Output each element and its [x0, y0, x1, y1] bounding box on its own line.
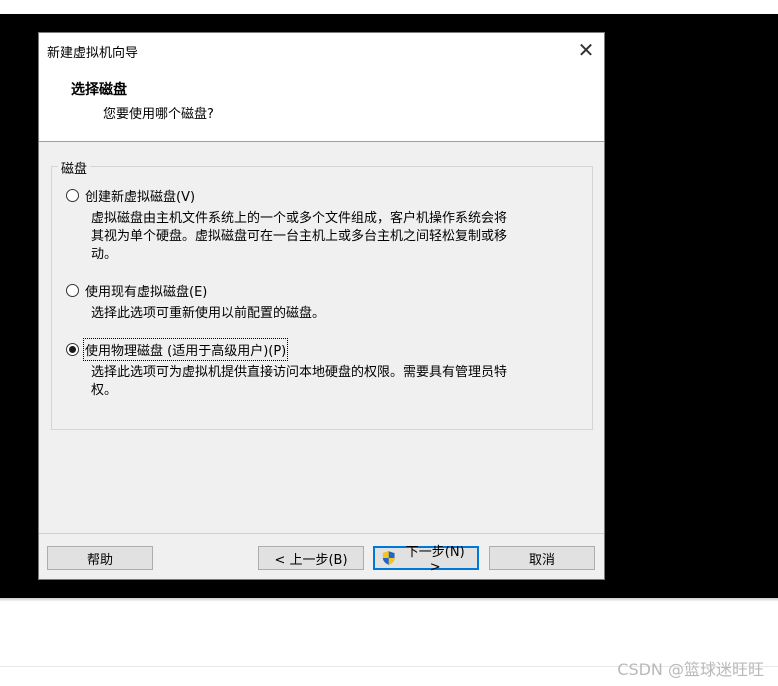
description-line: 选择此选项可为虚拟机提供直接访问本地硬盘的权限。需要具有管理员特 [91, 365, 508, 380]
next-button-label: 下一步(N) > [405, 545, 465, 575]
watermark: CSDN @篮球迷旺旺 [617, 660, 764, 679]
footer-divider [39, 533, 604, 534]
description-line: 选择此选项可重新使用以前配置的磁盘。 [91, 306, 326, 321]
radio-label[interactable]: 创建新虚拟磁盘(V) [85, 186, 195, 205]
background-shadow [0, 598, 778, 602]
description-line: 权。 [91, 383, 118, 398]
radio-button[interactable] [66, 284, 79, 297]
radio-button[interactable] [66, 189, 79, 202]
description-line: 动。 [91, 247, 118, 262]
page-subheading: 您要使用哪个磁盘? [103, 107, 214, 122]
dialog-title: 新建虚拟机向导 [47, 46, 139, 61]
uac-shield-icon [382, 551, 395, 565]
radio-create-new-disk[interactable]: 创建新虚拟磁盘(V) [66, 186, 195, 205]
radio-use-physical-disk[interactable]: 使用物理磁盘 (适用于高级用户)(P) [66, 338, 289, 361]
option-description: 选择此选项可为虚拟机提供直接访问本地硬盘的权限。需要具有管理员特 权。 [91, 364, 581, 400]
radio-use-existing-disk[interactable]: 使用现有虚拟磁盘(E) [66, 281, 207, 300]
close-icon[interactable]: ✕ [575, 39, 597, 61]
dialog-header: 新建虚拟机向导 ✕ 选择磁盘 您要使用哪个磁盘? [39, 33, 604, 142]
page-heading: 选择磁盘 [71, 82, 127, 98]
description-line: 其视为单个硬盘。虚拟磁盘可在一台主机上或多台主机之间轻松复制或移 [91, 229, 508, 244]
page-top [0, 0, 778, 14]
description-line: 虚拟磁盘由主机文件系统上的一个或多个文件组成，客户机操作系统会将 [91, 211, 508, 226]
next-button[interactable]: 下一步(N) > [373, 545, 479, 575]
new-vm-wizard-dialog: 新建虚拟机向导 ✕ 选择磁盘 您要使用哪个磁盘? 磁盘 创建新虚拟磁盘(V) 虚… [38, 32, 605, 580]
option-description: 选择此选项可重新使用以前配置的磁盘。 [91, 305, 581, 323]
back-button[interactable]: < 上一步(B) [258, 546, 364, 570]
radio-button-checked[interactable] [66, 343, 79, 356]
disk-group-label: 磁盘 [58, 158, 91, 177]
option-description: 虚拟磁盘由主机文件系统上的一个或多个文件组成，客户机操作系统会将 其视为单个硬盘… [91, 210, 581, 264]
cancel-button[interactable]: 取消 [489, 546, 595, 570]
radio-label[interactable]: 使用现有虚拟磁盘(E) [85, 281, 207, 300]
radio-label[interactable]: 使用物理磁盘 (适用于高级用户)(P) [82, 338, 289, 361]
help-button[interactable]: 帮助 [47, 546, 153, 570]
